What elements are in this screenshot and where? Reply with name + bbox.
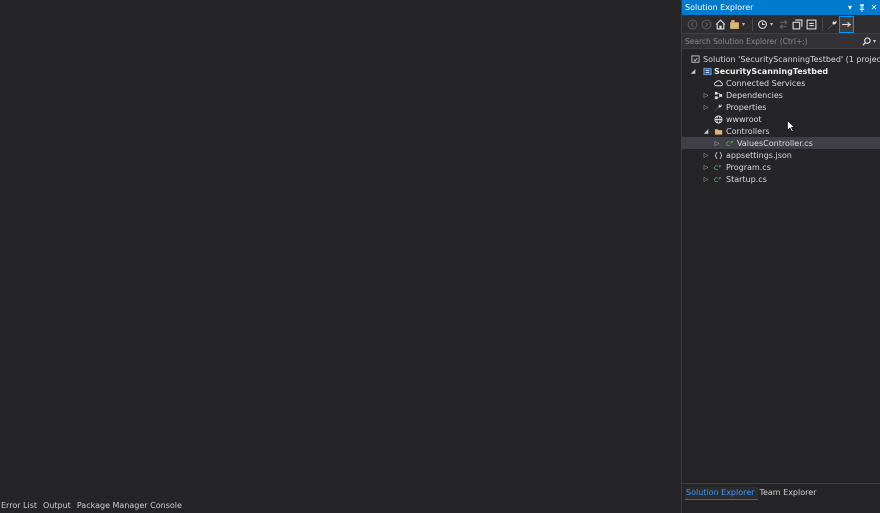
solution-icon [690,54,700,64]
tab-package-manager-console[interactable]: Package Manager Console [76,501,187,510]
mouse-pointer-icon [787,120,795,132]
tree-item[interactable]: ▷ Dependencies [682,89,880,101]
filter-dropdown-icon[interactable]: ▾ [770,21,775,28]
dependencies-icon [713,90,723,100]
tree-item-label: Properties [726,102,767,112]
forward-icon[interactable] [700,17,713,32]
tree-item[interactable]: ◢ SecurityScanningTestbed [682,65,880,77]
tab-output[interactable]: Output [42,501,76,510]
close-icon[interactable]: ✕ [868,0,880,15]
tab-team-explorer[interactable]: Team Explorer [758,487,820,500]
pin-icon[interactable] [856,0,868,15]
solution-explorer-titlebar: Solution Explorer ▾ ✕ [682,0,880,15]
tab-solution-explorer[interactable]: Solution Explorer [685,487,759,500]
tree-item-label: Program.cs [726,162,771,172]
search-icon[interactable] [860,36,873,46]
expand-arrow-icon[interactable]: ▷ [702,89,710,101]
svg-text:#: # [718,176,721,180]
search-input[interactable] [682,33,860,49]
tab-error-list[interactable]: Error List [0,501,42,510]
solution-explorer-panel: Solution Explorer ▾ ✕ ▾ ▾ ▾ Solution 'Se… [681,0,880,513]
solution-explorer-toolbar: ▾ ▾ [682,15,880,34]
csharp-file-icon: C # [713,174,723,184]
editor-area[interactable] [0,0,681,497]
panel-title: Solution Explorer [685,3,754,12]
expand-arrow-icon[interactable]: ▷ [702,149,710,161]
tree-item[interactable]: ▷ C # ValuesController.cs [682,137,880,149]
back-icon[interactable] [686,17,699,32]
collapse-all-icon[interactable] [791,17,804,32]
solution-tree: Solution 'SecurityScanningTestbed' (1 pr… [682,53,880,185]
sync-with-active-document-icon[interactable] [777,17,790,32]
toolbar-divider [752,17,753,31]
expand-arrow-icon[interactable]: ▷ [702,161,710,173]
tree-item[interactable]: ▷ C # Program.cs [682,161,880,173]
show-all-files-icon[interactable] [805,17,818,32]
switch-views-icon[interactable] [728,17,741,32]
pending-changes-filter-icon[interactable] [756,17,769,32]
expand-arrow-icon[interactable]: ▷ [702,101,710,113]
tree-item[interactable]: wwwroot [682,113,880,125]
expand-arrow-icon[interactable]: ▷ [702,173,710,185]
tree-item-label: SecurityScanningTestbed [714,66,829,76]
svg-text:#: # [730,140,733,144]
tree-item[interactable]: ▷ appsettings.json [682,149,880,161]
tree-item[interactable]: ◢ Controllers [682,125,880,137]
folder-icon [713,126,723,136]
globe-icon [713,114,723,124]
svg-text:#: # [718,164,721,168]
tree-item-label: Connected Services [726,78,806,88]
properties-wrench-icon[interactable] [826,17,839,32]
tree-item-label: Startup.cs [726,174,767,184]
search-options-dropdown-icon[interactable]: ▾ [873,38,880,45]
bottom-tool-tabs: Error List Output Package Manager Consol… [0,497,681,513]
solution-explorer-search: ▾ [682,33,880,49]
tree-item-label: Dependencies [726,90,783,100]
expand-arrow-icon[interactable]: ▷ [713,137,721,149]
home-icon[interactable] [714,17,727,32]
toolbar-divider [822,17,823,31]
tree-item-label: Solution 'SecurityScanningTestbed' (1 pr… [703,54,880,64]
json-file-icon [713,150,723,160]
connected-services-icon [713,78,723,88]
csharp-project-icon [702,66,712,76]
tree-item-label: ValuesController.cs [737,138,813,148]
collapse-arrow-icon[interactable]: ◢ [702,125,710,137]
tree-item-label: Controllers [726,126,770,136]
csharp-file-icon: C # [725,138,735,148]
switch-views-dropdown-icon[interactable]: ▾ [742,21,747,28]
tree-item[interactable]: Connected Services [682,77,880,89]
tree-item[interactable]: ▷ Properties [682,101,880,113]
collapse-arrow-icon[interactable]: ◢ [689,65,697,77]
panel-bottom-tabs: Solution Explorer Team Explorer [682,483,880,513]
tree-item[interactable]: Solution 'SecurityScanningTestbed' (1 pr… [682,53,880,65]
wrench-icon [713,102,723,112]
tree-item[interactable]: ▷ C # Startup.cs [682,173,880,185]
preview-selected-items-icon[interactable] [839,15,854,33]
window-position-dropdown-icon[interactable]: ▾ [844,0,856,15]
csharp-file-icon: C # [713,162,723,172]
tree-item-label: wwwroot [726,114,762,124]
tree-item-label: appsettings.json [726,150,792,160]
